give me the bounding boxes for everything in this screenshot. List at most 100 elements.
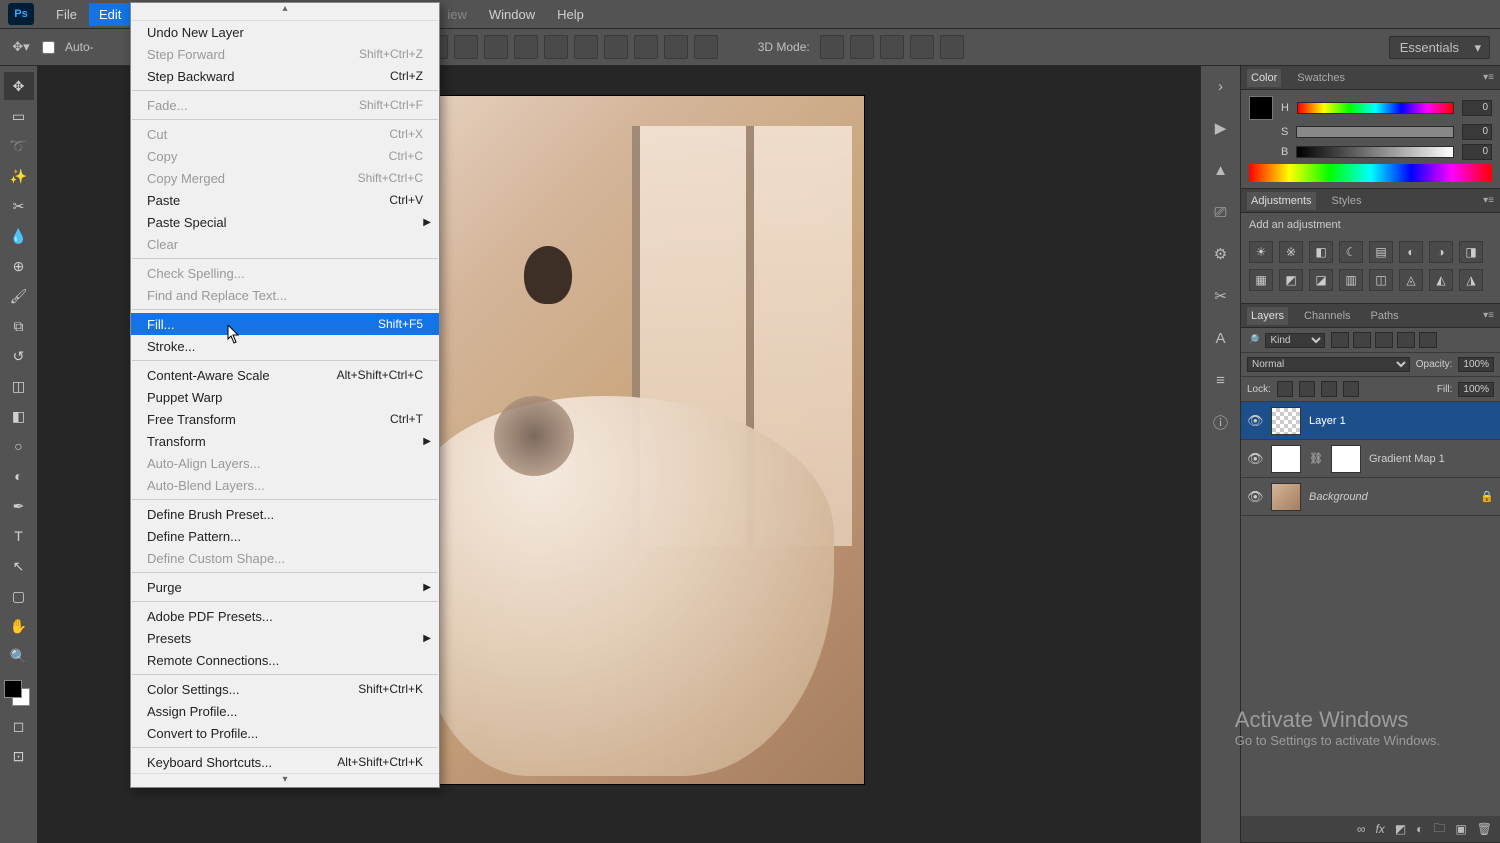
panel-menu-icon[interactable]: ▾≡ <box>1483 72 1494 83</box>
adjustment-preset-8[interactable]: ▦ <box>1249 269 1273 291</box>
color-swatches[interactable] <box>4 680 34 710</box>
link-layers-icon[interactable]: ∞ <box>1357 822 1366 836</box>
menu-item-paste[interactable]: PasteCtrl+V <box>131 189 439 211</box>
align-btn[interactable] <box>454 35 478 59</box>
menu-item-step-backward[interactable]: Step BackwardCtrl+Z <box>131 65 439 87</box>
tab-layers[interactable]: Layers <box>1247 307 1288 325</box>
adjustment-preset-12[interactable]: ◫ <box>1369 269 1393 291</box>
align-btn[interactable] <box>634 35 658 59</box>
layer-row[interactable]: 👁⛓Gradient Map 1 <box>1241 440 1500 478</box>
adjustment-preset-6[interactable]: ◑ <box>1429 241 1453 263</box>
panel-menu-icon[interactable]: ▾≡ <box>1483 195 1494 206</box>
layer-visibility-icon[interactable]: 👁 <box>1247 451 1263 467</box>
fg-bg-swatch[interactable] <box>1249 96 1273 120</box>
menu-file[interactable]: File <box>46 3 87 26</box>
menu-view-partial[interactable]: iew <box>437 3 477 26</box>
adjustment-preset-9[interactable]: ◩ <box>1279 269 1303 291</box>
wand-tool[interactable]: ✨ <box>4 162 34 190</box>
layer-filter-kind[interactable]: Kind <box>1265 333 1325 348</box>
history-brush-tool[interactable]: ↺ <box>4 342 34 370</box>
adjustment-preset-15[interactable]: ◮ <box>1459 269 1483 291</box>
adjustment-preset-7[interactable]: ◨ <box>1459 241 1483 263</box>
mode-3d-btn[interactable] <box>880 35 904 59</box>
layer-thumbnail[interactable] <box>1271 407 1301 435</box>
bri-value[interactable]: 0 <box>1462 144 1492 160</box>
eyedropper-tool[interactable]: 💧 <box>4 222 34 250</box>
adjustment-preset-10[interactable]: ◪ <box>1309 269 1333 291</box>
menu-item-convert-to-profile[interactable]: Convert to Profile... <box>131 722 439 744</box>
menu-edit[interactable]: Edit <box>89 3 131 26</box>
lasso-tool[interactable]: ➰ <box>4 132 34 160</box>
filter-pixel-icon[interactable] <box>1331 332 1349 348</box>
menu-scroll-up-icon[interactable]: ▴ <box>131 3 439 21</box>
adjustment-preset-1[interactable]: ※ <box>1279 241 1303 263</box>
layer-thumbnail[interactable] <box>1271 483 1301 511</box>
menu-item-assign-profile[interactable]: Assign Profile... <box>131 700 439 722</box>
crop-tool[interactable]: ✂ <box>4 192 34 220</box>
type-tool[interactable]: T <box>4 522 34 550</box>
align-btn[interactable] <box>694 35 718 59</box>
hue-value[interactable]: 0 <box>1462 100 1492 116</box>
strip-brushes-icon[interactable]: ✂ <box>1209 284 1233 308</box>
strip-info-icon[interactable]: ⓘ <box>1209 410 1233 434</box>
quick-mask-icon[interactable]: ◻ <box>4 712 34 740</box>
blur-tool[interactable]: ○ <box>4 432 34 460</box>
menu-item-undo-new-layer[interactable]: Undo New Layer <box>131 21 439 43</box>
lock-pos-icon[interactable] <box>1321 381 1337 397</box>
screen-mode-icon[interactable]: ⊡ <box>4 742 34 770</box>
tab-color[interactable]: Color <box>1247 69 1281 87</box>
filter-smart-icon[interactable] <box>1419 332 1437 348</box>
layer-link-icon[interactable]: ⛓ <box>1309 452 1323 465</box>
adjustment-preset-0[interactable]: ☀ <box>1249 241 1273 263</box>
align-btn[interactable] <box>544 35 568 59</box>
layer-row[interactable]: 👁Layer 1 <box>1241 402 1500 440</box>
delete-layer-icon[interactable]: 🗑 <box>1477 822 1492 836</box>
menu-help[interactable]: Help <box>547 3 594 26</box>
adjustment-preset-13[interactable]: ◬ <box>1399 269 1423 291</box>
adjustment-preset-4[interactable]: ▤ <box>1369 241 1393 263</box>
tab-adjustments[interactable]: Adjustments <box>1247 192 1316 210</box>
adjustment-preset-3[interactable]: ☾ <box>1339 241 1363 263</box>
align-btn[interactable] <box>574 35 598 59</box>
move-tool[interactable]: ✥ <box>4 72 34 100</box>
sat-slider[interactable] <box>1296 126 1454 138</box>
menu-item-transform[interactable]: Transform▶ <box>131 430 439 452</box>
align-btn[interactable] <box>514 35 538 59</box>
opacity-value[interactable]: 100% <box>1458 357 1494 372</box>
adjustment-preset-14[interactable]: ◭ <box>1429 269 1453 291</box>
menu-item-remote-connections[interactable]: Remote Connections... <box>131 649 439 671</box>
panel-menu-icon[interactable]: ▾≡ <box>1483 310 1494 321</box>
adjustment-preset-2[interactable]: ◧ <box>1309 241 1333 263</box>
strip-properties-icon[interactable]: ⎚ <box>1209 200 1233 224</box>
menu-item-puppet-warp[interactable]: Puppet Warp <box>131 386 439 408</box>
tab-paths[interactable]: Paths <box>1367 307 1403 325</box>
hand-tool[interactable]: ✋ <box>4 612 34 640</box>
zoom-tool[interactable]: 🔍 <box>4 642 34 670</box>
menu-item-fill[interactable]: Fill...Shift+F5 <box>131 313 439 335</box>
auto-select-checkbox[interactable] <box>42 41 55 54</box>
strip-paragraph-icon[interactable]: ≡ <box>1209 368 1233 392</box>
shape-tool[interactable]: ▢ <box>4 582 34 610</box>
pen-tool[interactable]: ✒ <box>4 492 34 520</box>
layer-row[interactable]: 👁Background🔒 <box>1241 478 1500 516</box>
strip-histogram-icon[interactable]: ▲ <box>1209 158 1233 182</box>
new-adjustment-icon[interactable]: ◐ <box>1416 822 1423 836</box>
menu-item-presets[interactable]: Presets▶ <box>131 627 439 649</box>
adjustment-preset-5[interactable]: ◐ <box>1399 241 1423 263</box>
adjustment-preset-11[interactable]: ▥ <box>1339 269 1363 291</box>
layer-mask-thumbnail[interactable] <box>1331 445 1361 473</box>
layer-mask-icon[interactable]: ◩ <box>1395 822 1406 836</box>
document-canvas[interactable] <box>374 96 864 784</box>
brush-tool[interactable]: 🖌 <box>4 282 34 310</box>
strip-actions-icon[interactable]: ⚙ <box>1209 242 1233 266</box>
color-ramp[interactable] <box>1249 164 1492 182</box>
new-group-icon[interactable]: 🗀 <box>1433 819 1445 840</box>
layer-fx-icon[interactable]: fx <box>1375 822 1384 836</box>
mode-3d-btn[interactable] <box>820 35 844 59</box>
menu-window[interactable]: Window <box>479 3 545 26</box>
align-btn[interactable] <box>604 35 628 59</box>
strip-character-icon[interactable]: A <box>1209 326 1233 350</box>
filter-adjust-icon[interactable] <box>1353 332 1371 348</box>
filter-type-icon[interactable] <box>1375 332 1393 348</box>
tab-channels[interactable]: Channels <box>1300 307 1354 325</box>
